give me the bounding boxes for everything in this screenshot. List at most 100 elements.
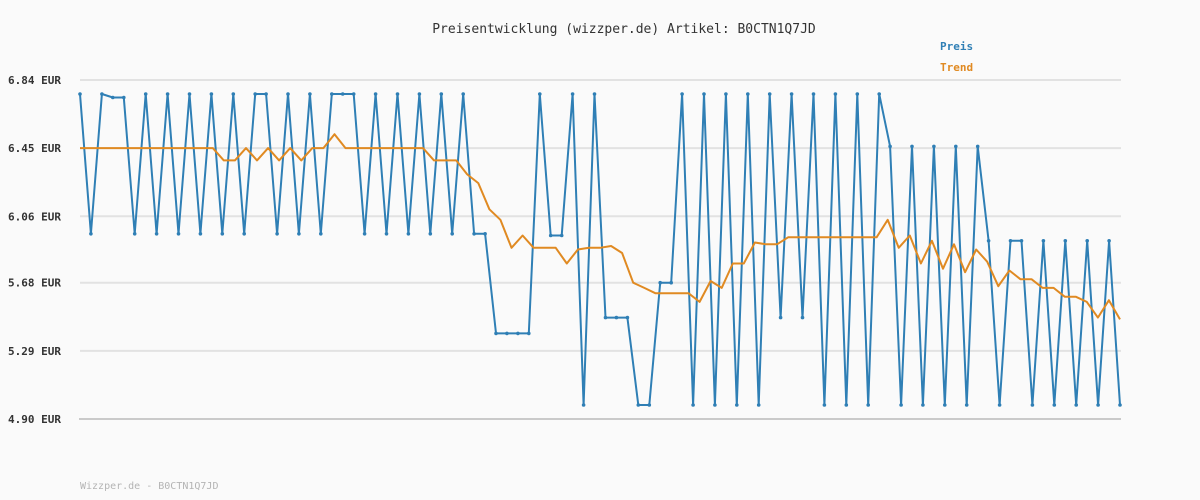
data-point-preis xyxy=(669,280,673,285)
data-point-preis xyxy=(527,331,531,336)
data-point-preis xyxy=(494,331,498,336)
data-point-preis xyxy=(975,144,980,149)
data-point-preis xyxy=(165,92,170,96)
data-point-preis xyxy=(132,232,137,236)
data-point-preis xyxy=(253,92,257,96)
footer-source: Wizzper.de - B0CTN1Q7JD xyxy=(80,481,219,492)
data-point-preis xyxy=(417,92,422,96)
price-chart: Preisentwicklung (wizzper.de) Artikel: B… xyxy=(8,22,1122,426)
data-point-preis xyxy=(910,144,914,149)
data-point-preis xyxy=(921,403,925,407)
data-point-preis xyxy=(176,232,181,236)
data-point-preis xyxy=(143,92,148,96)
data-point-preis xyxy=(855,92,860,96)
legend-preis: Preis xyxy=(940,40,973,53)
data-point-preis xyxy=(275,232,279,236)
data-point-preis xyxy=(264,92,268,96)
data-point-preis xyxy=(209,92,214,96)
data-point-preis xyxy=(822,403,827,407)
data-point-preis xyxy=(1041,239,1046,243)
data-point-preis xyxy=(1008,239,1013,243)
series-layer xyxy=(78,92,1122,407)
data-point-preis xyxy=(713,403,717,407)
data-point-preis xyxy=(811,92,816,96)
data-point-preis xyxy=(461,92,466,96)
data-point-preis xyxy=(450,232,455,236)
data-point-preis xyxy=(964,403,969,407)
data-point-preis xyxy=(1019,239,1024,243)
data-point-preis xyxy=(286,92,290,96)
data-point-preis xyxy=(625,315,630,320)
data-point-preis xyxy=(888,144,892,149)
data-point-preis xyxy=(789,92,794,96)
data-point-preis xyxy=(658,280,662,285)
data-point-preis xyxy=(954,144,958,149)
y-tick-label: 4.90 EUR xyxy=(8,413,61,426)
data-point-preis xyxy=(735,403,739,407)
data-point-preis xyxy=(154,232,159,236)
y-axis: 4.90 EUR 5.29 EUR 5.68 EUR 6.06 EUR 6.45 EUR… xyxy=(8,74,61,426)
data-point-preis xyxy=(548,233,553,238)
data-point-preis xyxy=(746,92,750,96)
data-point-preis xyxy=(724,92,728,96)
data-point-preis xyxy=(220,232,225,236)
data-point-preis xyxy=(242,232,246,236)
data-point-preis xyxy=(899,403,903,407)
data-point-preis xyxy=(997,403,1002,407)
data-point-preis xyxy=(680,92,684,96)
data-point-preis xyxy=(1052,403,1057,407)
data-point-preis xyxy=(986,239,991,243)
data-point-preis xyxy=(614,315,619,320)
data-point-preis xyxy=(406,232,411,236)
data-point-preis xyxy=(833,92,838,96)
data-point-preis xyxy=(1085,239,1089,243)
y-tick-label: 5.29 EUR xyxy=(8,345,61,358)
data-point-preis xyxy=(702,92,706,96)
data-point-preis xyxy=(395,92,400,96)
legend: Preis Trend xyxy=(940,40,973,74)
data-point-preis xyxy=(231,92,236,96)
data-point-preis xyxy=(78,92,82,96)
data-point-preis xyxy=(351,92,356,96)
data-point-preis xyxy=(483,232,487,236)
data-point-preis xyxy=(1074,403,1078,407)
series-line-trend xyxy=(80,133,1121,320)
y-tick-label: 6.45 EUR xyxy=(8,142,61,155)
data-point-preis xyxy=(373,92,378,96)
data-point-preis xyxy=(1096,403,1100,407)
data-point-preis xyxy=(581,403,586,407)
data-point-preis xyxy=(1063,239,1068,243)
y-tick-label: 6.06 EUR xyxy=(8,210,61,223)
data-point-preis xyxy=(122,95,126,100)
series-line-preis xyxy=(79,93,1121,406)
data-point-preis xyxy=(89,232,93,236)
data-point-preis xyxy=(570,92,575,96)
y-tick-label: 6.84 EUR xyxy=(8,74,61,87)
data-point-preis xyxy=(198,232,203,236)
data-point-preis xyxy=(592,92,597,96)
data-point-preis xyxy=(505,331,509,336)
data-point-preis xyxy=(340,92,345,96)
data-point-preis xyxy=(866,403,870,407)
data-point-preis xyxy=(603,315,608,320)
data-point-preis xyxy=(778,315,783,320)
y-tick-label: 5.68 EUR xyxy=(8,277,61,290)
data-point-preis xyxy=(767,92,772,96)
data-point-preis xyxy=(330,92,334,96)
data-point-preis xyxy=(439,92,444,96)
data-point-preis xyxy=(1118,403,1122,407)
data-point-preis xyxy=(187,92,192,96)
data-point-preis xyxy=(1030,403,1035,407)
data-point-preis xyxy=(844,403,849,407)
chart-title: Preisentwicklung (wizzper.de) Artikel: B… xyxy=(432,22,816,37)
data-point-preis xyxy=(111,95,115,100)
data-point-preis xyxy=(691,403,695,407)
data-point-preis xyxy=(932,144,936,149)
data-point-preis xyxy=(308,92,312,96)
data-point-preis xyxy=(297,232,301,236)
data-point-preis xyxy=(636,403,641,407)
data-point-preis xyxy=(943,403,947,407)
data-point-preis xyxy=(472,232,476,236)
data-point-preis xyxy=(516,331,520,336)
data-point-preis xyxy=(100,92,104,96)
